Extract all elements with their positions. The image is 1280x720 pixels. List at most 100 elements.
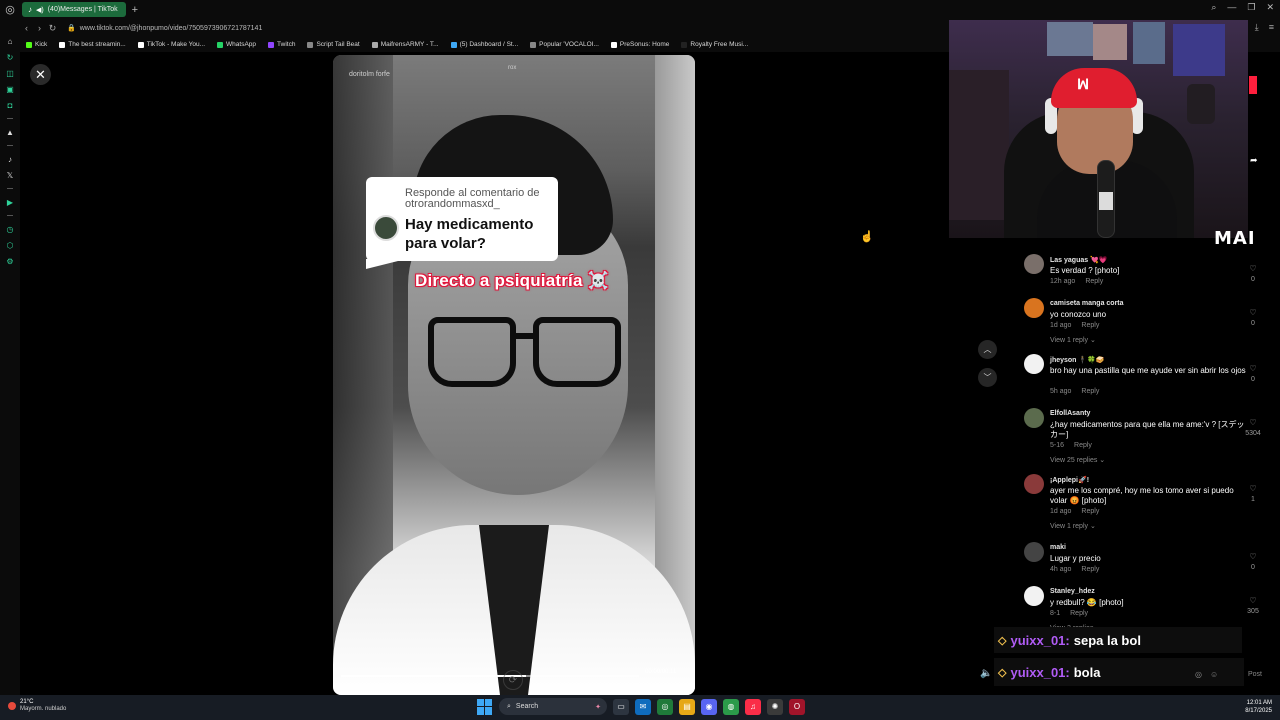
sidebar-settings-icon[interactable]: ⚙ <box>0 253 20 269</box>
comment-avatar[interactable] <box>1024 542 1044 562</box>
sidebar-x-icon[interactable]: 𝕏 <box>0 167 20 183</box>
heart-icon[interactable]: ♡ <box>1248 308 1258 317</box>
mention-icon[interactable]: ◎ <box>1195 670 1202 679</box>
comment-avatar[interactable] <box>1024 254 1044 274</box>
taskbar-search[interactable]: ⌕ Search ✦ <box>499 698 607 715</box>
heart-icon[interactable]: ♡ <box>1248 484 1258 493</box>
windows-start-icon[interactable] <box>477 698 493 715</box>
like-count: 1 <box>1251 496 1255 503</box>
url-field[interactable]: 🔒 www.tiktok.com/@jhonpumo/video/75059739… <box>67 24 262 32</box>
bookmark-item[interactable]: PreSonus: Home <box>610 41 669 48</box>
heart-icon[interactable]: ♡ <box>1248 264 1258 273</box>
music-icon[interactable]: ♫ <box>745 698 761 715</box>
comment-avatar[interactable] <box>1024 354 1044 374</box>
forward-button[interactable]: › <box>33 23 46 33</box>
bookmark-item[interactable]: MaifrensARMY - T... <box>371 41 439 48</box>
comment-reply-button[interactable]: Reply <box>1085 278 1103 285</box>
system-clock[interactable]: 12:01 AM 8/17/2025 <box>1232 699 1272 715</box>
webcam-overlay: ꟽ <box>949 20 1248 238</box>
sidebar-divider <box>7 145 13 146</box>
comment-username[interactable]: camiseta manga corta <box>1050 300 1124 307</box>
sidebar-shop-icon[interactable]: ◫ <box>0 65 20 81</box>
bookmark-item[interactable]: The best streamin... <box>59 41 126 48</box>
view-replies-button[interactable]: View 25 replies ⌄ <box>1050 456 1105 464</box>
heart-icon[interactable]: ♡ <box>1248 364 1258 373</box>
close-window-button[interactable]: ✕ <box>1266 2 1274 13</box>
comment-username[interactable]: ElfollAsanty <box>1050 410 1090 417</box>
share-icon[interactable]: ➦ <box>1250 155 1258 166</box>
comment-reply-button[interactable]: Reply <box>1074 442 1092 449</box>
sidebar-player-icon[interactable]: ▶ <box>0 194 20 210</box>
previous-video-button[interactable]: ︿ <box>978 340 997 359</box>
download-icon[interactable]: ⤓ <box>1255 22 1259 33</box>
emoji-icon[interactable]: ☺ <box>1210 670 1218 679</box>
video-time: 00:00/00:11 <box>645 669 677 675</box>
sidebar-twitch-icon[interactable]: ▣ <box>0 81 20 97</box>
bookmark-item[interactable]: TikTok - Make You... <box>137 41 205 48</box>
maximize-button[interactable]: ❐ <box>1247 2 1255 13</box>
close-video-button[interactable]: ✕ <box>30 64 51 85</box>
new-tab-button[interactable]: + <box>132 4 138 16</box>
bookmark-item[interactable]: WhatsApp <box>217 41 256 48</box>
comment-avatar[interactable] <box>1024 408 1044 428</box>
red-marker <box>1249 76 1257 94</box>
comment-username[interactable]: maki <box>1050 544 1066 551</box>
comment-username[interactable]: Stanley_hdez <box>1050 588 1095 595</box>
active-tab[interactable]: ♪ ◀) (40)Messages | TikTok <box>22 2 126 17</box>
xbox-icon[interactable]: ◎ <box>657 698 673 715</box>
view-replies-button[interactable]: View 1 reply ⌄ <box>1050 336 1096 344</box>
bookmark-label: Royalty Free Musi... <box>690 41 749 48</box>
bookmark-item[interactable]: Royalty Free Musi... <box>681 41 748 48</box>
video-progress-bar[interactable] <box>341 675 639 677</box>
file-explorer-icon[interactable]: ▤ <box>679 698 695 715</box>
comment-reply-button[interactable]: Reply <box>1070 610 1088 617</box>
sidebar-tiktok-icon[interactable]: ♪ <box>0 151 20 167</box>
post-button[interactable]: Post <box>1248 671 1262 678</box>
comment-reply-button[interactable]: Reply <box>1081 566 1099 573</box>
bookmark-item[interactable]: Twitch <box>268 41 295 48</box>
video-player[interactable]: doritolm forfe rox Responde al comentari… <box>333 55 695 695</box>
chrome-icon[interactable]: ◍ <box>723 698 739 715</box>
bookmark-label: Script Tail Beat <box>316 41 360 48</box>
bookmark-item[interactable]: Popular 'VOCALOI... <box>530 41 599 48</box>
heart-icon[interactable]: ♡ <box>1248 552 1258 561</box>
weather-widget[interactable]: 21°C Mayorm. nublado <box>8 699 66 713</box>
sidebar-refresh-icon[interactable]: ↻ <box>0 49 20 65</box>
view-replies-button[interactable]: View 1 reply ⌄ <box>1050 522 1096 530</box>
comment-username[interactable]: jheyson 🕴️🍀🥪 <box>1050 356 1105 364</box>
like-count: 0 <box>1251 276 1255 283</box>
speaker-icon[interactable]: 🔈 <box>980 668 992 679</box>
search-icon[interactable]: ⌕ <box>1211 2 1216 13</box>
browser-logo-icon[interactable]: ◎ <box>0 0 20 19</box>
comment-reply-button[interactable]: Reply <box>1081 322 1099 329</box>
task-view-icon[interactable]: ▭ <box>613 698 629 715</box>
bookmark-item[interactable]: Kick <box>26 41 47 48</box>
comment-avatar[interactable] <box>1024 474 1044 494</box>
bookmark-item[interactable]: Script Tail Beat <box>307 41 360 48</box>
sidebar-extensions-icon[interactable]: ⬡ <box>0 237 20 253</box>
sidebar-messenger-icon[interactable]: ◘ <box>0 97 20 113</box>
reload-button[interactable]: ↻ <box>46 23 59 34</box>
outlook-icon[interactable]: ✉ <box>635 698 651 715</box>
comment-avatar[interactable] <box>1024 298 1044 318</box>
chatgpt-icon[interactable]: ✺ <box>767 698 783 715</box>
sidebar-history-icon[interactable]: ◷ <box>0 221 20 237</box>
comment-reply-button[interactable]: Reply <box>1081 508 1099 515</box>
heart-icon[interactable]: ♡ <box>1248 418 1258 427</box>
comment-reply-button[interactable]: Reply <box>1081 388 1099 395</box>
comment-username[interactable]: Las yaguas 💘💗 <box>1050 256 1108 264</box>
menu-icon[interactable]: ≡ <box>1269 22 1274 33</box>
minimize-button[interactable]: — <box>1227 2 1236 13</box>
back-button[interactable]: ‹ <box>20 23 33 33</box>
comment-avatar[interactable] <box>1024 586 1044 606</box>
video-play-icon[interactable]: ⟳ <box>503 670 523 690</box>
bookmark-item[interactable]: (5) Dashboard / St... <box>450 41 518 48</box>
discord-icon[interactable]: ◉ <box>701 698 717 715</box>
sidebar-home-icon[interactable]: ⌂ <box>0 33 20 49</box>
comment-username[interactable]: ¡Applepi🚀! <box>1050 476 1089 484</box>
comments-panel[interactable]: Las yaguas 💘💗 Es verdad ? [photo] 12h ago R… <box>1008 246 1280 646</box>
next-video-button[interactable]: ﹀ <box>978 368 997 387</box>
sidebar-app-icon[interactable]: ▲ <box>0 124 20 140</box>
heart-icon[interactable]: ♡ <box>1248 596 1258 605</box>
opera-icon[interactable]: O <box>789 698 805 715</box>
